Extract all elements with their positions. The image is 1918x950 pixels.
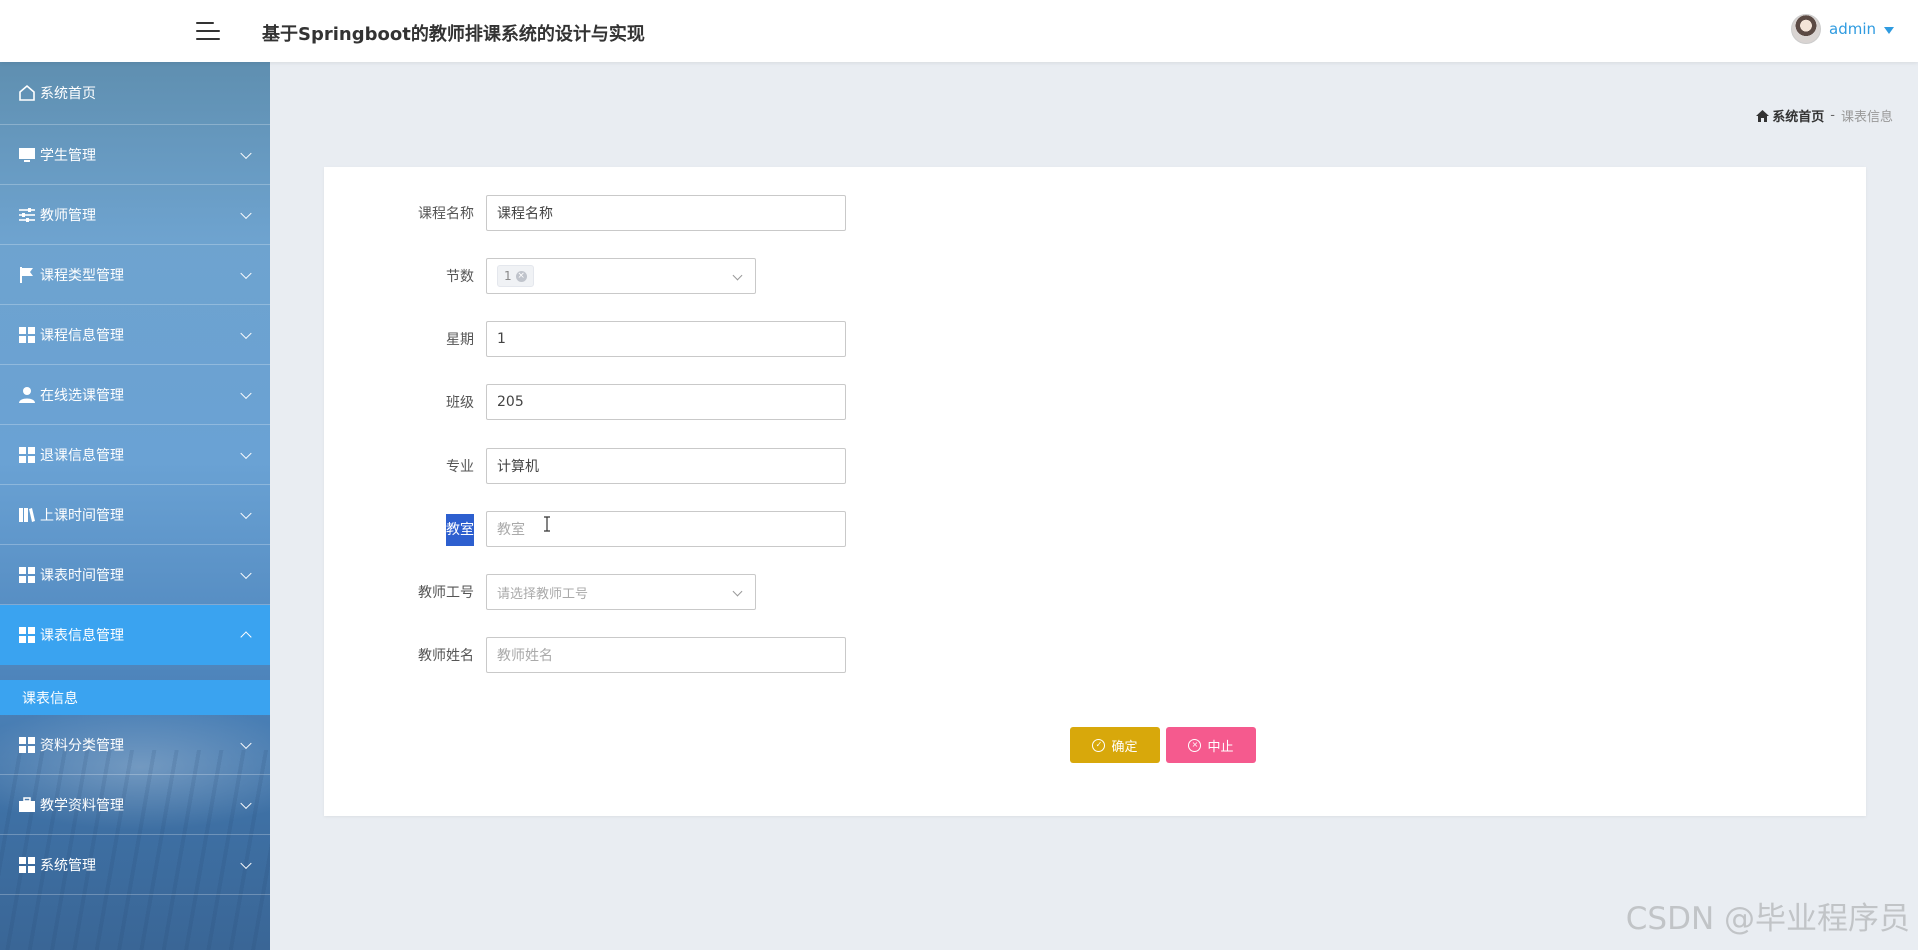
teacher-id-label: 教师工号 xyxy=(418,585,474,601)
sliders-icon xyxy=(18,206,36,224)
chevron-down-icon xyxy=(240,387,252,399)
weekday-input[interactable]: 1 xyxy=(486,321,846,357)
chevron-down-icon xyxy=(240,147,252,159)
chevron-down-icon xyxy=(240,327,252,339)
sidebar-item-system[interactable]: 系统管理 xyxy=(0,835,270,895)
sidebar-item-schedule-info[interactable]: 课表信息管理 xyxy=(0,605,270,665)
teacher-name-input[interactable]: 教师姓名 xyxy=(486,637,846,673)
sidebar-item-label: 课程类型管理 xyxy=(40,267,124,284)
grid-icon xyxy=(18,736,36,754)
menu-toggle-icon[interactable] xyxy=(196,20,220,42)
chevron-down-icon xyxy=(240,857,252,869)
section-tag-label: 1 xyxy=(504,269,512,283)
chevron-up-icon xyxy=(240,631,252,643)
sidebar-item-drop-course[interactable]: 退课信息管理 xyxy=(0,425,270,485)
sidebar: 系统首页 学生管理 教师管理 课程类型管理 课程信息管理 在线选课管理 退课信息… xyxy=(0,62,270,950)
close-circle-icon: × xyxy=(1188,738,1202,752)
section-tag[interactable]: 1 × xyxy=(497,265,534,287)
grid-icon xyxy=(18,446,36,464)
teacher-id-placeholder: 请选择教师工号 xyxy=(497,586,589,602)
chevron-down-icon xyxy=(240,567,252,579)
sidebar-item-label: 资料分类管理 xyxy=(40,737,124,754)
chevron-down-icon xyxy=(732,270,743,281)
user-name: admin xyxy=(1829,20,1876,38)
avatar xyxy=(1791,14,1821,44)
class-input[interactable]: 205 xyxy=(486,384,846,420)
chevron-down-icon xyxy=(240,267,252,279)
confirm-button-label: 确定 xyxy=(1111,739,1138,755)
classroom-label-text: 教室 xyxy=(446,514,474,546)
top-header: 基于Springboot的教师排课系统的设计与实现 admin xyxy=(0,0,1918,62)
sidebar-item-online-selection[interactable]: 在线选课管理 xyxy=(0,365,270,425)
submenu-item-schedule-info[interactable]: 课表信息 xyxy=(0,680,270,715)
course-name-label: 课程名称 xyxy=(418,206,474,222)
check-circle-icon: ✓ xyxy=(1092,738,1106,752)
sidebar-item-material-categories[interactable]: 资料分类管理 xyxy=(0,715,270,775)
breadcrumb-separator: - xyxy=(1830,108,1835,123)
sidebar-item-course-info[interactable]: 课程信息管理 xyxy=(0,305,270,365)
sidebar-item-class-time[interactable]: 上课时间管理 xyxy=(0,485,270,545)
home-icon xyxy=(18,84,36,102)
monitor-icon xyxy=(18,146,36,164)
sidebar-item-course-types[interactable]: 课程类型管理 xyxy=(0,245,270,305)
flag-icon xyxy=(18,266,36,284)
stop-button[interactable]: × 中止 xyxy=(1166,727,1256,763)
sidebar-item-label: 课程信息管理 xyxy=(40,327,124,344)
chevron-down-icon xyxy=(240,507,252,519)
user-menu[interactable]: admin xyxy=(1791,14,1894,44)
teacher-id-select[interactable]: 请选择教师工号 xyxy=(486,574,756,610)
chevron-down-icon xyxy=(240,737,252,749)
chevron-down-icon xyxy=(732,586,743,597)
section-label: 节数 xyxy=(446,269,474,285)
course-name-input[interactable]: 课程名称 xyxy=(486,195,846,231)
sidebar-item-students[interactable]: 学生管理 xyxy=(0,125,270,185)
section-select[interactable]: 1 × xyxy=(486,258,756,294)
sidebar-item-home[interactable]: 系统首页 xyxy=(0,62,270,125)
stop-button-label: 中止 xyxy=(1207,739,1234,755)
grid-icon xyxy=(18,626,36,644)
submenu-spacer xyxy=(0,665,270,680)
close-icon[interactable]: × xyxy=(515,270,527,282)
form-card: 课程名称 课程名称 节数 1 × 星期 1 班级 205 专业 计算机 教室 教… xyxy=(324,167,1866,816)
briefcase-icon xyxy=(18,796,36,814)
sidebar-item-label: 在线选课管理 xyxy=(40,387,124,404)
app-title: 基于Springboot的教师排课系统的设计与实现 xyxy=(262,24,645,45)
grid-icon xyxy=(18,326,36,344)
caret-down-icon xyxy=(1884,26,1894,34)
weekday-label: 星期 xyxy=(446,332,474,348)
major-input[interactable]: 计算机 xyxy=(486,448,846,484)
grid-icon xyxy=(18,856,36,874)
sidebar-item-teaching-materials[interactable]: 教学资料管理 xyxy=(0,775,270,835)
text-cursor-icon xyxy=(544,516,550,532)
classroom-label: 教室 xyxy=(324,514,474,546)
book-icon xyxy=(18,506,36,524)
home-icon xyxy=(1756,109,1770,122)
sidebar-item-label: 教学资料管理 xyxy=(40,797,124,814)
sidebar-item-label: 系统首页 xyxy=(40,86,96,102)
confirm-button[interactable]: ✓ 确定 xyxy=(1070,727,1160,763)
chevron-down-icon xyxy=(240,797,252,809)
user-icon xyxy=(18,386,36,404)
classroom-input[interactable]: 教室 xyxy=(486,511,846,547)
major-label: 专业 xyxy=(446,459,474,475)
breadcrumb-home[interactable]: 系统首页 xyxy=(1756,106,1824,125)
sidebar-item-label: 课表信息管理 xyxy=(40,628,124,644)
chevron-down-icon xyxy=(240,207,252,219)
sidebar-item-label: 上课时间管理 xyxy=(40,507,124,524)
watermark: CSDN @毕业程序员 xyxy=(1625,901,1910,937)
sidebar-item-label: 系统管理 xyxy=(40,857,96,874)
teacher-name-label: 教师姓名 xyxy=(418,648,474,664)
sidebar-item-teachers[interactable]: 教师管理 xyxy=(0,185,270,245)
sidebar-item-label: 学生管理 xyxy=(40,147,96,164)
breadcrumb: 系统首页 - 课表信息 xyxy=(1756,106,1893,125)
breadcrumb-home-label: 系统首页 xyxy=(1772,110,1825,125)
sidebar-item-label: 退课信息管理 xyxy=(40,447,124,464)
grid-icon xyxy=(18,566,36,584)
chevron-down-icon xyxy=(240,447,252,459)
class-label: 班级 xyxy=(446,395,474,411)
sidebar-item-label: 课表时间管理 xyxy=(40,567,124,584)
breadcrumb-current: 课表信息 xyxy=(1840,110,1893,125)
sidebar-item-label: 教师管理 xyxy=(40,207,96,224)
sidebar-item-schedule-time[interactable]: 课表时间管理 xyxy=(0,545,270,605)
